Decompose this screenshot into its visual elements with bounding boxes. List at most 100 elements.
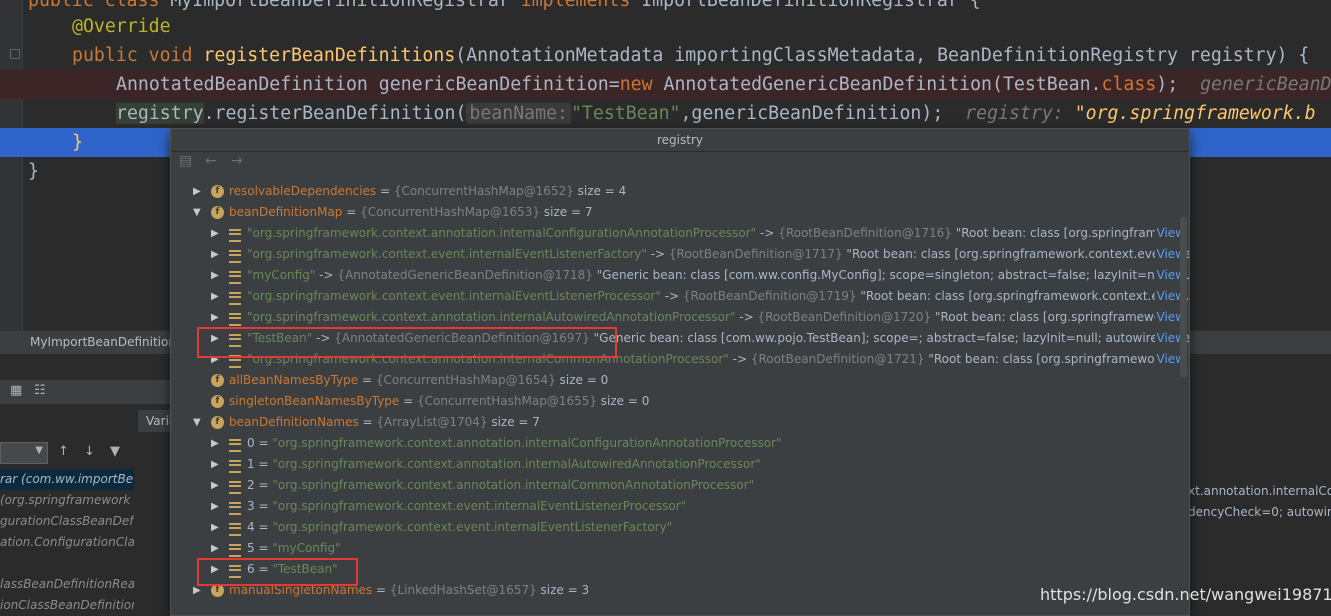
string-value: "org.springframework.context.annotation.… xyxy=(272,457,761,471)
collapsed-arrow-icon[interactable]: ▶ xyxy=(211,496,219,517)
tree-row[interactable]: ▶ "myConfig" -> {AnnotatedGenericBeanDefi… xyxy=(171,265,1189,286)
filter-icon[interactable]: ▼ xyxy=(110,444,120,459)
frame-item[interactable]: lassBeanDefinitionReader xyxy=(0,574,134,595)
annotation: @Override xyxy=(72,16,171,37)
map-key: "org.springframework.context.event.inter… xyxy=(247,247,647,261)
popup-nav: ▤ ← → xyxy=(171,152,1189,172)
back-arrow-icon[interactable]: ← xyxy=(205,153,217,169)
tree-row[interactable]: ▶ "org.springframework.context.annotation… xyxy=(171,223,1189,244)
value-type: {RootBeanDefinition@1719} xyxy=(682,289,857,303)
entry-icon xyxy=(229,439,241,452)
collapsed-arrow-icon[interactable]: ▶ xyxy=(211,538,219,559)
pin-icon[interactable]: ▤ xyxy=(179,153,192,169)
variable-value-fragment: xt.annotation.internalCon xyxy=(1188,484,1331,498)
brace: } xyxy=(72,132,83,153)
registry-variable[interactable]: registry xyxy=(116,103,204,124)
map-key: "myConfig" xyxy=(247,268,316,282)
tree-row-text: beanDefinitionMap = {ConcurrentHashMap@1… xyxy=(229,202,592,223)
frame-item[interactable]: rar (com.ww.importBe xyxy=(0,469,134,490)
collapsed-arrow-icon[interactable]: ▶ xyxy=(211,433,219,454)
tree-row[interactable]: ▶ 5 = "myConfig" xyxy=(171,538,1189,559)
tree-row-text: "org.springframework.context.annotation.… xyxy=(247,223,1181,244)
tree-row[interactable]: ▶ "org.springframework.context.annotation… xyxy=(171,307,1189,328)
tree-row[interactable]: ▶ 0 = "org.springframework.context.annota… xyxy=(171,433,1189,454)
highlight-box-testbean-name xyxy=(197,558,358,586)
tree-row[interactable]: ▶ 2 = "org.springframework.context.annota… xyxy=(171,475,1189,496)
tree-row-text: resolvableDependencies = {ConcurrentHash… xyxy=(229,181,626,202)
thread-select[interactable]: ▼ xyxy=(0,442,48,464)
tree-row[interactable]: ▼ f beanDefinitionNames = {ArrayList@1704}… xyxy=(171,412,1189,433)
inline-value-hint: "org.springframework.b xyxy=(1074,103,1316,124)
tree-row[interactable]: f allBeanNamesByType = {ConcurrentHashMap… xyxy=(171,370,1189,391)
inline-value-hint: genericBeanD xyxy=(1200,74,1331,95)
entry-icon xyxy=(229,271,241,284)
frame-item[interactable]: ation.ConfigurationClas xyxy=(0,532,134,553)
tree-row[interactable]: ▼ f beanDefinitionMap = {ConcurrentHashMap… xyxy=(171,202,1189,223)
collapsed-arrow-icon[interactable]: ▶ xyxy=(211,223,219,244)
value-detail: "Root bean: class [org.springframework.c… xyxy=(856,289,1189,303)
tree-row[interactable]: ▶ 4 = "org.springframework.context.event.… xyxy=(171,517,1189,538)
breadcrumb-label[interactable]: MyImportBeanDefinition xyxy=(30,335,176,349)
forward-arrow-icon[interactable]: → xyxy=(231,153,243,169)
tree-row[interactable]: ▶ "org.springframework.context.event.inte… xyxy=(171,286,1189,307)
code-line-annotation: @Override xyxy=(0,12,1331,41)
brace: { xyxy=(969,0,981,11)
operator: = xyxy=(254,478,273,492)
arrow-down-icon[interactable]: ↓ xyxy=(84,444,95,459)
frame-item[interactable]: gurationClassBeanDefin xyxy=(0,511,134,532)
debug-toolbar: ▦ ☷ xyxy=(0,380,170,404)
collapsed-arrow-icon[interactable]: ▶ xyxy=(211,286,219,307)
operator: = xyxy=(376,184,394,198)
tree-row[interactable]: ▶ 3 = "org.springframework.context.event.… xyxy=(171,496,1189,517)
keyword: void xyxy=(148,45,193,66)
value-type: {LinkedHashSet@1657} xyxy=(389,583,537,597)
frame-item[interactable] xyxy=(0,553,134,574)
collapsed-arrow-icon[interactable]: ▶ xyxy=(211,244,219,265)
inline-value-label: registry: xyxy=(965,103,1064,124)
layout-icon[interactable]: ☷ xyxy=(34,383,46,398)
tree-row[interactable]: ▶ f resolvableDependencies = {ConcurrentHa… xyxy=(171,181,1189,202)
expanded-arrow-icon[interactable]: ▼ xyxy=(193,202,201,223)
collapsed-arrow-icon[interactable]: ▶ xyxy=(211,454,219,475)
map-key: "org.springframework.context.annotation.… xyxy=(247,226,757,240)
string-value: "org.springframework.context.annotation.… xyxy=(272,436,782,450)
field-icon: f xyxy=(211,374,224,387)
parameter-hint: beanName: xyxy=(466,103,571,124)
interface-name: ImportBeanDefinitionRegistrar xyxy=(641,0,959,11)
field-name: singletonBeanNamesByType xyxy=(229,394,400,408)
tree-row[interactable]: ▶ 1 = "org.springframework.context.annota… xyxy=(171,454,1189,475)
value-type: {ConcurrentHashMap@1654} xyxy=(375,373,556,387)
field-icon: f xyxy=(211,206,224,219)
frame-item[interactable]: (org.springframework xyxy=(0,490,134,511)
operator: = xyxy=(399,394,417,408)
call-args: ,genericBeanDefinition); xyxy=(680,103,944,124)
value-detail: size = 0 xyxy=(596,394,650,408)
operator: = xyxy=(254,457,273,471)
tree-row[interactable]: ▶ "org.springframework.context.event.inte… xyxy=(171,244,1189,265)
table-icon[interactable]: ▦ xyxy=(10,383,22,398)
value-type: {RootBeanDefinition@1717} xyxy=(668,247,843,261)
expanded-arrow-icon[interactable]: ▼ xyxy=(193,412,201,433)
collapsed-arrow-icon[interactable]: ▶ xyxy=(211,517,219,538)
operator: -> xyxy=(756,226,779,240)
string-value: "org.springframework.context.event.inter… xyxy=(272,520,673,534)
entry-icon xyxy=(229,250,241,263)
registry-inspect-popup[interactable]: registry ▤ ← → ▶ f resolvableDependencies … xyxy=(170,128,1190,616)
code-line-breakpoint: AnnotatedBeanDefinition genericBeanDefin… xyxy=(0,70,1331,99)
value-detail: "Root bean: class [org.springframewc xyxy=(951,226,1182,240)
operator: -> xyxy=(315,268,338,282)
collapsed-arrow-icon[interactable]: ▶ xyxy=(211,265,219,286)
keyword: class xyxy=(104,0,160,11)
operator: = xyxy=(358,373,376,387)
tree-row-text: 0 = "org.springframework.context.annotat… xyxy=(247,433,782,454)
collapsed-arrow-icon[interactable]: ▶ xyxy=(211,475,219,496)
method-params: (AnnotationMetadata importingClassMetada… xyxy=(455,45,1310,66)
tree-row[interactable]: f singletonBeanNamesByType = {ConcurrentH… xyxy=(171,391,1189,412)
value-detail: "Root bean: class [org.springframework.c… xyxy=(842,247,1189,261)
arrow-up-icon[interactable]: ↑ xyxy=(58,444,69,459)
frame-item[interactable]: ionClassBeanDefinition xyxy=(0,595,134,616)
value-detail: "Generic bean: class [com.ww.pojo.TestBe… xyxy=(589,331,1189,345)
collapsed-arrow-icon[interactable]: ▶ xyxy=(193,181,201,202)
collapsed-arrow-icon[interactable]: ▶ xyxy=(211,307,219,328)
popup-scrollbar[interactable] xyxy=(1180,217,1187,377)
